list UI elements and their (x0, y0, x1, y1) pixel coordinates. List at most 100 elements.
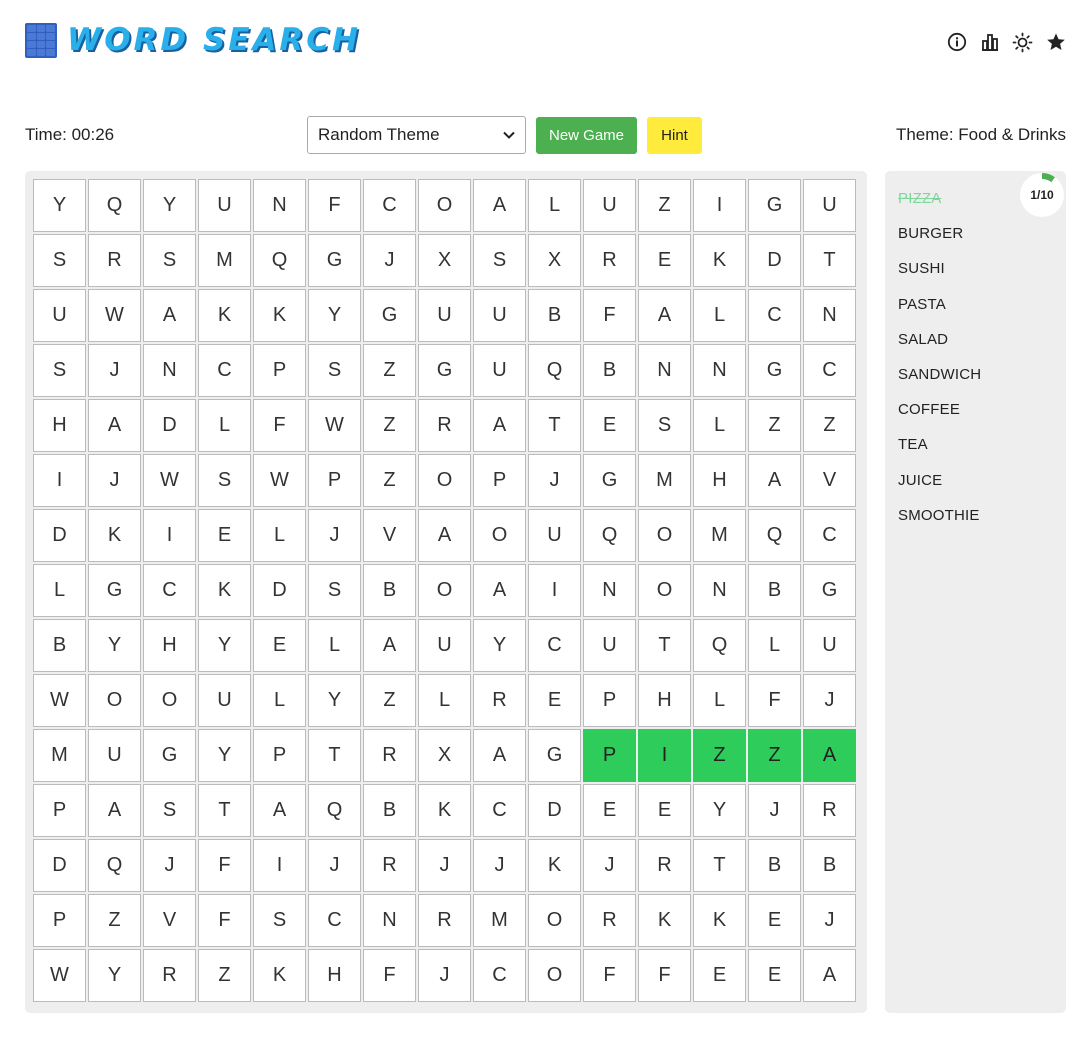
grid-cell[interactable]: D (253, 564, 306, 617)
info-icon[interactable] (946, 30, 967, 54)
grid-cell[interactable]: B (748, 564, 801, 617)
grid-cell[interactable]: J (473, 839, 526, 892)
grid-cell[interactable]: A (638, 289, 691, 342)
grid-cell[interactable]: Z (363, 399, 416, 452)
grid-cell[interactable]: B (803, 839, 856, 892)
theme-select[interactable]: Random Theme (307, 116, 526, 154)
grid-cell[interactable]: G (363, 289, 416, 342)
grid-cell[interactable]: T (528, 399, 581, 452)
grid-cell[interactable]: Z (803, 399, 856, 452)
grid-cell[interactable]: Q (693, 619, 746, 672)
grid-cell[interactable]: E (638, 784, 691, 837)
grid-cell[interactable]: G (528, 729, 581, 782)
grid-cell[interactable]: U (33, 289, 86, 342)
grid-cell[interactable]: C (363, 179, 416, 232)
grid-cell[interactable]: A (473, 179, 526, 232)
grid-cell[interactable]: I (33, 454, 86, 507)
grid-cell[interactable]: A (253, 784, 306, 837)
grid-cell[interactable]: J (528, 454, 581, 507)
grid-cell[interactable]: F (583, 949, 636, 1002)
grid-cell[interactable]: L (748, 619, 801, 672)
grid-cell[interactable]: P (583, 674, 636, 727)
grid-cell[interactable]: O (143, 674, 196, 727)
grid-cell[interactable]: Y (88, 949, 141, 1002)
grid-cell[interactable]: E (748, 949, 801, 1002)
grid-cell[interactable]: Z (363, 454, 416, 507)
grid-cell[interactable]: E (583, 784, 636, 837)
sun-icon[interactable] (1012, 30, 1033, 54)
grid-cell[interactable]: T (693, 839, 746, 892)
grid-cell[interactable]: A (88, 399, 141, 452)
grid-cell[interactable]: L (33, 564, 86, 617)
grid-cell[interactable]: R (583, 894, 636, 947)
grid-cell[interactable]: U (583, 619, 636, 672)
grid-cell[interactable]: K (418, 784, 471, 837)
grid-cell[interactable]: M (693, 509, 746, 562)
stats-icon[interactable] (979, 30, 1000, 54)
grid-cell[interactable]: I (528, 564, 581, 617)
grid-cell[interactable]: B (528, 289, 581, 342)
grid-cell[interactable]: N (253, 179, 306, 232)
grid-cell[interactable]: E (253, 619, 306, 672)
grid-cell[interactable]: G (418, 344, 471, 397)
grid-cell[interactable]: Q (308, 784, 361, 837)
grid-cell[interactable]: A (803, 729, 856, 782)
grid-cell[interactable]: B (363, 564, 416, 617)
grid-cell[interactable]: C (473, 949, 526, 1002)
grid-cell[interactable]: R (363, 729, 416, 782)
grid-cell[interactable]: U (418, 619, 471, 672)
grid-cell[interactable]: Q (88, 839, 141, 892)
grid-cell[interactable]: R (88, 234, 141, 287)
grid-cell[interactable]: C (143, 564, 196, 617)
grid-cell[interactable]: Q (528, 344, 581, 397)
grid-cell[interactable]: A (803, 949, 856, 1002)
grid-cell[interactable]: A (363, 619, 416, 672)
grid-cell[interactable]: K (253, 949, 306, 1002)
grid-cell[interactable]: N (363, 894, 416, 947)
grid-cell[interactable]: H (143, 619, 196, 672)
grid-cell[interactable]: O (473, 509, 526, 562)
grid-cell[interactable]: C (198, 344, 251, 397)
grid-cell[interactable]: K (88, 509, 141, 562)
grid-cell[interactable]: L (693, 674, 746, 727)
grid-cell[interactable]: Y (308, 674, 361, 727)
grid-cell[interactable]: W (253, 454, 306, 507)
grid-cell[interactable]: Z (748, 399, 801, 452)
grid-cell[interactable]: C (473, 784, 526, 837)
grid-cell[interactable]: F (583, 289, 636, 342)
grid-cell[interactable]: Q (583, 509, 636, 562)
grid-cell[interactable]: C (748, 289, 801, 342)
grid-cell[interactable]: Y (473, 619, 526, 672)
grid-cell[interactable]: C (528, 619, 581, 672)
grid-cell[interactable]: U (473, 344, 526, 397)
grid-cell[interactable]: P (308, 454, 361, 507)
grid-cell[interactable]: Q (748, 509, 801, 562)
grid-cell[interactable]: F (308, 179, 361, 232)
grid-cell[interactable]: A (143, 289, 196, 342)
grid-cell[interactable]: T (638, 619, 691, 672)
grid-cell[interactable]: U (803, 619, 856, 672)
grid-cell[interactable]: E (198, 509, 251, 562)
grid-cell[interactable]: J (143, 839, 196, 892)
grid-cell[interactable]: A (88, 784, 141, 837)
grid-cell[interactable]: B (363, 784, 416, 837)
grid-cell[interactable]: M (198, 234, 251, 287)
grid-cell[interactable]: S (308, 344, 361, 397)
grid-cell[interactable]: L (308, 619, 361, 672)
grid-cell[interactable]: R (638, 839, 691, 892)
grid-cell[interactable]: S (143, 784, 196, 837)
grid-cell[interactable]: T (308, 729, 361, 782)
grid-cell[interactable]: K (693, 894, 746, 947)
grid-cell[interactable]: U (528, 509, 581, 562)
grid-cell[interactable]: K (198, 289, 251, 342)
grid-cell[interactable]: J (748, 784, 801, 837)
grid-cell[interactable]: X (418, 234, 471, 287)
grid-cell[interactable]: N (143, 344, 196, 397)
grid-cell[interactable]: W (143, 454, 196, 507)
grid-cell[interactable]: U (418, 289, 471, 342)
grid-cell[interactable]: J (308, 509, 361, 562)
grid-cell[interactable]: E (638, 234, 691, 287)
grid-cell[interactable]: U (88, 729, 141, 782)
grid-cell[interactable]: C (308, 894, 361, 947)
grid-cell[interactable]: O (88, 674, 141, 727)
